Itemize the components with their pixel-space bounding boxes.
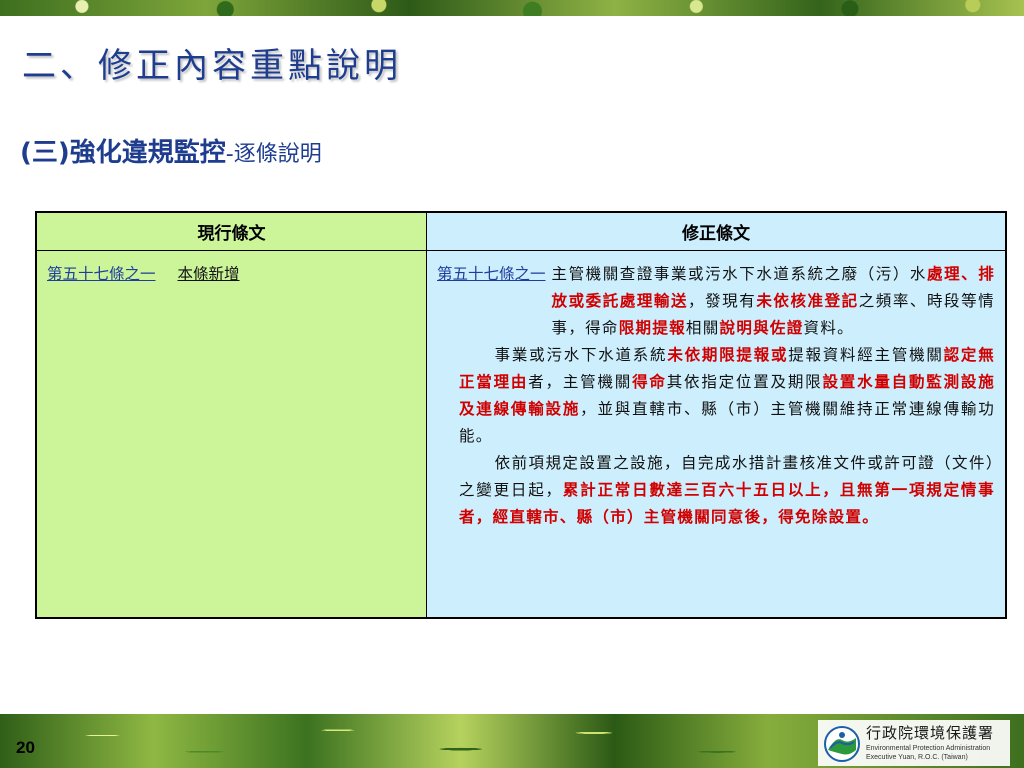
emphasis-text: 說明與佐證 <box>719 319 804 337</box>
subtitle-main: (三)強化違規監控 <box>20 138 226 168</box>
page-number: 20 <box>16 738 35 757</box>
body-text: 相關 <box>685 319 720 337</box>
body-text: 提報資料經主管機關 <box>788 346 944 364</box>
org-name-en-line1: Environmental Protection Administration <box>866 745 991 752</box>
revised-paragraph-1: 主管機關查證事業或污水下水道系統之廢（污）水處理、排放或委託處理輸送，發現有未依… <box>552 261 995 342</box>
emphasis-text: 得命 <box>632 373 667 391</box>
comparison-table: 現行條文 修正條文 第五十七條之一 本條新增 第五十七條之一 主管機關查證事業或污… <box>35 211 1007 619</box>
body-text: 者，主管機關 <box>528 373 633 391</box>
epa-logo-icon <box>824 726 860 762</box>
body-text: 資料。 <box>803 319 854 337</box>
current-note: 本條新增 <box>177 265 240 283</box>
emphasis-text: 未依期限提報或 <box>667 346 789 364</box>
org-name-zh: 行政院環境保護署 <box>866 724 995 742</box>
body-text: 事業或污水下水道系統 <box>494 346 668 364</box>
org-name-en-line2: Executive Yuan, R.O.C. (Taiwan) <box>866 754 968 761</box>
revised-article-link[interactable]: 第五十七條之一 <box>437 261 546 342</box>
body-text: ，發現有 <box>688 292 757 310</box>
revised-text: 主管機關查證事業或污水下水道系統之廢（污）水處理、排放或委託處理輸送，發現有未依… <box>552 261 995 342</box>
body-text: 主管機關查證事業或污水下水道系統之廢（污）水 <box>551 265 927 283</box>
current-cell: 第五十七條之一 本條新增 <box>37 251 427 617</box>
emphasis-text: 限期提報 <box>618 319 686 337</box>
top-leaf-banner <box>0 0 1024 16</box>
org-name-en: Environmental Protection Administration … <box>866 744 1010 762</box>
subtitle-sub: -逐條說明 <box>225 142 322 167</box>
body-text: 其依指定位置及期限 <box>666 373 823 391</box>
section-subtitle: (三)強化違規監控-逐條說明 <box>20 132 322 169</box>
current-article-link[interactable]: 第五十七條之一 <box>47 265 156 283</box>
revised-paragraph-2: 事業或污水下水道系統未依期限提報或提報資料經主管機關認定無正當理由者，主管機關得… <box>459 342 995 450</box>
header-revised: 修正條文 <box>427 213 1005 251</box>
emphasis-text: 未依核准登記 <box>756 292 859 310</box>
revised-paragraph-3: 依前項規定設置之設施，自完成水措計畫核准文件或許可證（文件）之變更日起，累計正常… <box>459 450 995 531</box>
slide-title: 二、修正內容重點說明 <box>22 46 402 86</box>
revised-cell: 第五十七條之一 主管機關查證事業或污水下水道系統之廢（污）水處理、排放或委託處理… <box>427 251 1005 617</box>
header-current: 現行條文 <box>37 213 427 251</box>
